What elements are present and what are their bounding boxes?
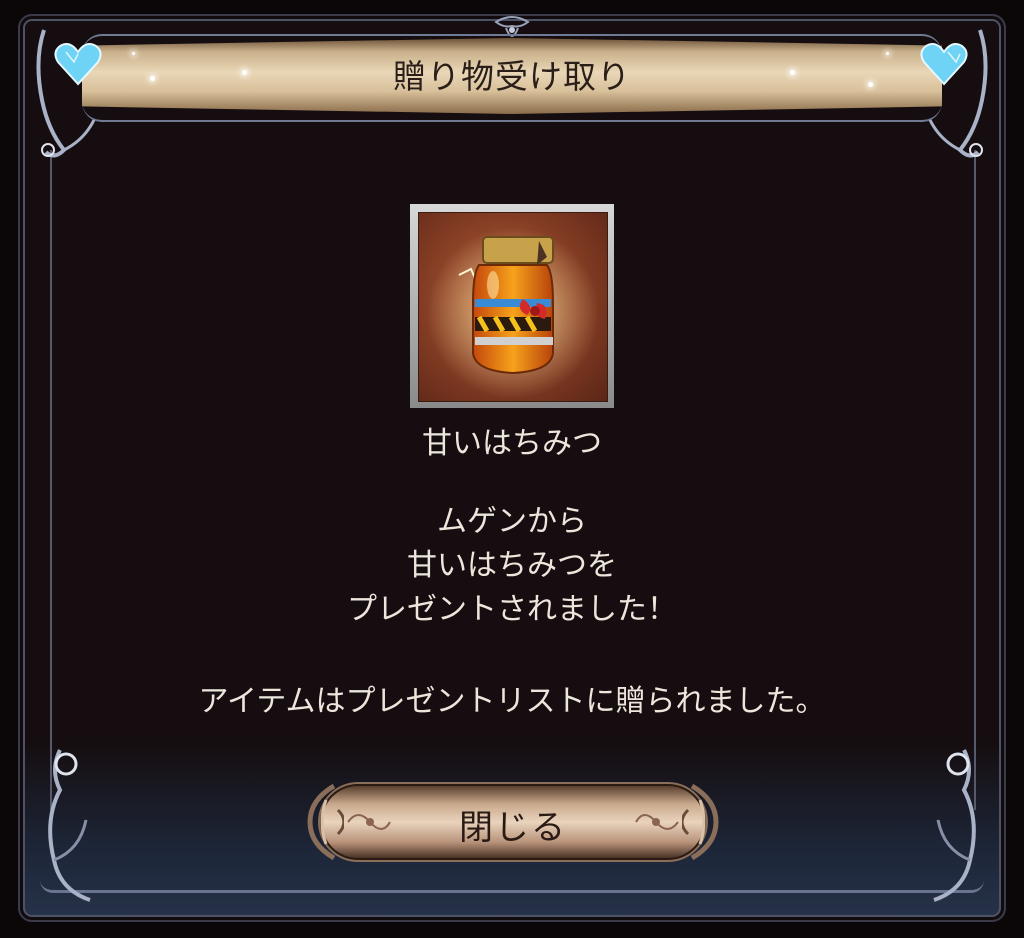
present-list-notice: アイテムはプレゼントリストに贈られました。 (198, 684, 826, 719)
item-frame (410, 204, 614, 408)
close-button-label: 閉じる (459, 808, 567, 848)
item-background (418, 212, 608, 402)
gift-message: ムゲンから 甘いはちみつを プレゼントされました！ (0, 500, 1024, 632)
corner-ornament-icon (36, 29, 96, 158)
corner-ornament-icon (48, 749, 91, 902)
corner-ornament-icon (933, 749, 976, 902)
message-line: プレゼントされました！ (347, 592, 677, 627)
message-line: ムゲンから (437, 504, 587, 539)
item-name: 甘いはちみつ (422, 426, 602, 461)
close-button[interactable]: 閉じる (304, 774, 722, 870)
dialog-title: 贈り物受け取り (393, 57, 631, 96)
bottom-border (40, 880, 984, 893)
message-line: 甘いはちみつを (407, 548, 617, 583)
honey-jar-icon (427, 227, 599, 399)
corner-ornament-icon (928, 29, 988, 158)
